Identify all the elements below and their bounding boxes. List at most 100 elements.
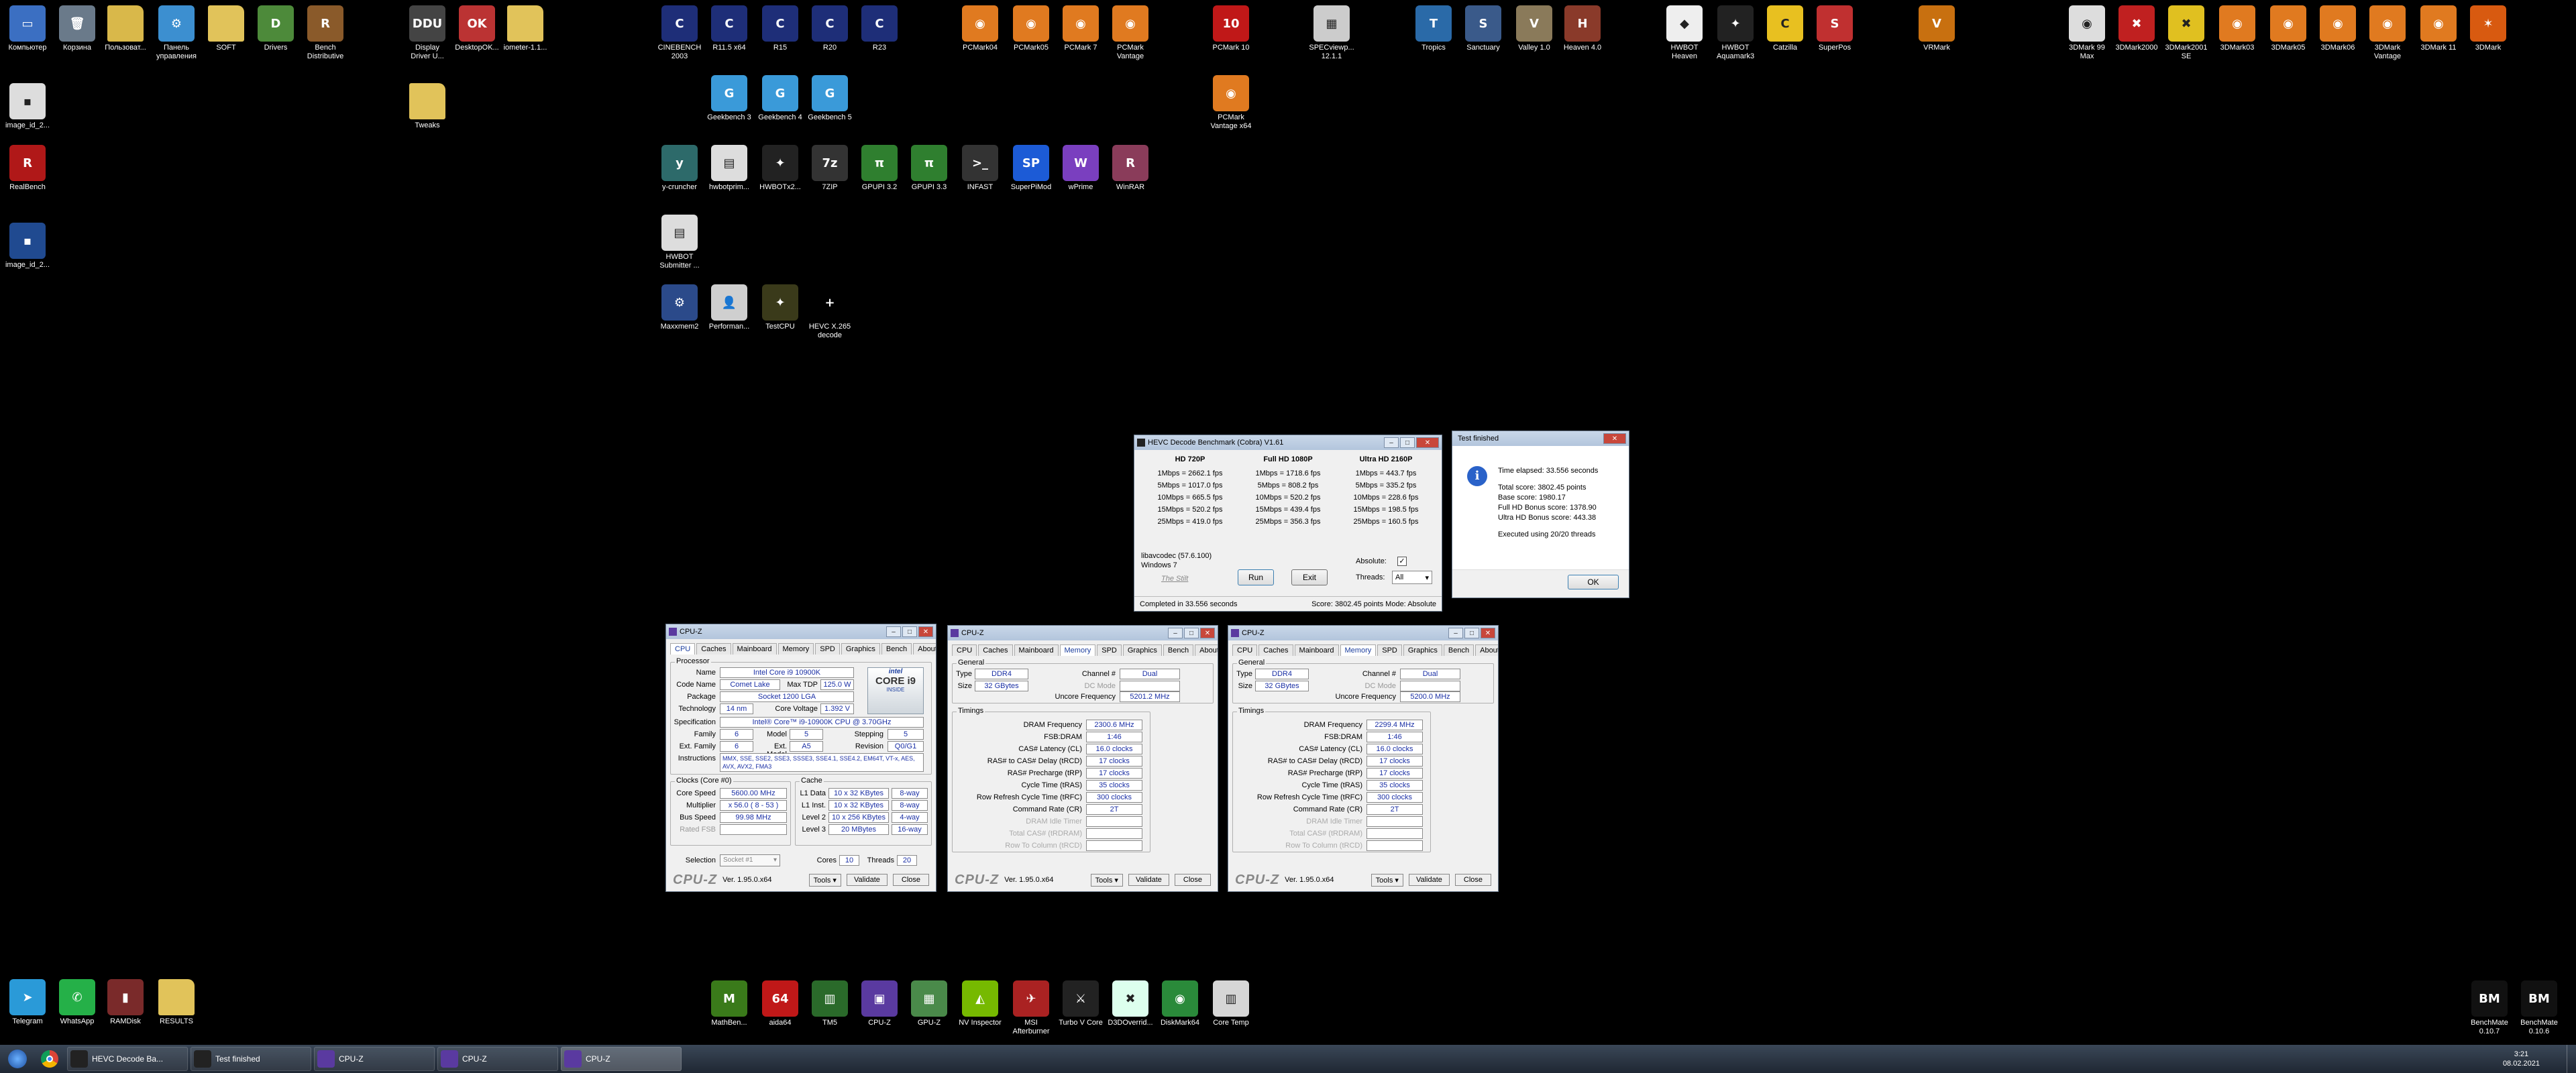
desktop-icon-winrar[interactable]: R WinRAR xyxy=(1106,145,1155,192)
close-button[interactable]: ✕ xyxy=(1416,437,1439,448)
tools-button[interactable]: Tools ▾ xyxy=(808,873,841,887)
desktop-icon-results[interactable]: RESULTS xyxy=(152,979,201,1026)
close-button[interactable]: ✕ xyxy=(1200,628,1215,638)
tab-mainboard[interactable]: Mainboard xyxy=(1014,644,1059,656)
desktop-icon-diskmark64[interactable]: ◉ DiskMark64 xyxy=(1155,980,1205,1027)
tab-mainboard[interactable]: Mainboard xyxy=(1294,644,1339,656)
desktop-icon-pcmark-10[interactable]: 10 PCMark 10 xyxy=(1206,5,1256,52)
validate-button[interactable]: Validate xyxy=(1128,874,1169,886)
tab-caches[interactable]: Caches xyxy=(978,644,1013,656)
desktop-icon-mathben[interactable]: M MathBen... xyxy=(704,980,754,1027)
desktop-icon-pcmark04[interactable]: ◉ PCMark04 xyxy=(955,5,1005,52)
desktop-icon-image-id-2[interactable]: ▪ image_id_2... xyxy=(3,83,52,130)
desktop-icon-r20[interactable]: C R20 xyxy=(805,5,855,52)
tab-cpu[interactable]: CPU xyxy=(670,643,696,655)
desktop-icon-hwbotx2[interactable]: ✦ HWBOTx2... xyxy=(755,145,805,192)
desktop-icon-tweaks[interactable]: Tweaks xyxy=(402,83,452,130)
taskbar-item-test-finished[interactable]: Test finished xyxy=(191,1047,311,1071)
validate-button[interactable]: Validate xyxy=(846,874,888,886)
tab-about[interactable]: About xyxy=(1475,644,1498,656)
desktop-icon-hwbot[interactable]: ▤ HWBOT Submitter ... xyxy=(655,215,704,270)
tab-caches[interactable]: Caches xyxy=(696,643,731,655)
tab-cpu[interactable]: CPU xyxy=(952,644,977,656)
desktop-icon-pcmark05[interactable]: ◉ PCMark05 xyxy=(1006,5,1056,52)
desktop-icon-gpupi-3-3[interactable]: π GPUPI 3.3 xyxy=(904,145,954,192)
tab-cpu[interactable]: CPU xyxy=(1232,644,1258,656)
tab-spd[interactable]: SPD xyxy=(1097,644,1122,656)
desktop-icon-3dmark[interactable]: ◉ 3DMark Vantage xyxy=(2363,5,2412,61)
close-button[interactable]: Close xyxy=(1174,874,1211,886)
tab-spd[interactable]: SPD xyxy=(1377,644,1402,656)
desktop-icon-tm5[interactable]: ▥ TM5 xyxy=(805,980,855,1027)
threads-select[interactable]: All ▾ xyxy=(1392,571,1432,584)
desktop-icon-realbench[interactable]: R RealBench xyxy=(3,145,52,192)
desktop-icon-iometer-1-1[interactable]: iometer-1.1... xyxy=(500,5,550,52)
desktop-icon-sanctuary[interactable]: S Sanctuary xyxy=(1458,5,1508,52)
ok-button[interactable]: OK xyxy=(1568,575,1619,589)
desktop-icon-benchmate[interactable]: BM BenchMate 0.10.7 xyxy=(2465,980,2514,1036)
tab-memory[interactable]: Memory xyxy=(1059,644,1096,656)
maximize-button[interactable]: □ xyxy=(1400,437,1415,448)
desktop-icon-aida64[interactable]: 64 aida64 xyxy=(755,980,805,1027)
desktop-icon-3dmark-11[interactable]: ◉ 3DMark 11 xyxy=(2414,5,2463,52)
desktop-icon-hwbotprim[interactable]: ▤ hwbotprim... xyxy=(704,145,754,192)
tab-about[interactable]: About xyxy=(1195,644,1218,656)
desktop-icon-heaven-4-0[interactable]: H Heaven 4.0 xyxy=(1558,5,1607,52)
desktop-icon-3dmark03[interactable]: ◉ 3DMark03 xyxy=(2212,5,2262,52)
validate-button[interactable]: Validate xyxy=(1408,874,1450,886)
desktop-icon-корзина[interactable]: 🗑 Корзина xyxy=(52,5,102,52)
desktop-icon-hwbot[interactable]: ✦ HWBOT Aquamark3 xyxy=(1711,5,1760,61)
tab-spd[interactable]: SPD xyxy=(815,643,840,655)
desktop-icon-gpupi-3-2[interactable]: π GPUPI 3.2 xyxy=(855,145,904,192)
desktop-icon-gpu-z[interactable]: ▦ GPU-Z xyxy=(904,980,954,1027)
start-button[interactable] xyxy=(0,1046,35,1072)
desktop-icon-pcmark[interactable]: ◉ PCMark Vantage x64 xyxy=(1206,75,1256,131)
desktop-icon-maxxmem2[interactable]: ⚙ Maxxmem2 xyxy=(655,284,704,331)
maximize-button[interactable]: □ xyxy=(902,626,917,637)
desktop-icon-specviewp[interactable]: ▦ SPECviewp... 12.1.1 xyxy=(1307,5,1356,61)
tab-graphics[interactable]: Graphics xyxy=(1403,644,1442,656)
desktop-icon-панель[interactable]: ⚙ Панель управления xyxy=(152,5,201,61)
desktop-icon-valley-1-0[interactable]: V Valley 1.0 xyxy=(1509,5,1559,52)
clock-date[interactable]: 08.02.2021 xyxy=(2503,1059,2540,1068)
desktop-icon-wprime[interactable]: WwPrime xyxy=(1056,145,1106,192)
desktop-icon-vrmark[interactable]: V VRMark xyxy=(1912,5,1962,52)
taskbar-item-hevc-decode-ba[interactable]: HEVC Decode Ba... xyxy=(67,1047,188,1071)
absolute-checkbox[interactable]: ✓ xyxy=(1397,557,1407,566)
desktop-icon-7zip[interactable]: 7z 7ZIP xyxy=(805,145,855,192)
desktop-icon-pcmark[interactable]: ◉ PCMark Vantage xyxy=(1106,5,1155,61)
desktop-icon-core-temp[interactable]: ▥ Core Temp xyxy=(1206,980,1256,1027)
tab-graphics[interactable]: Graphics xyxy=(841,643,880,655)
taskbar-item-cpu-z[interactable]: CPU-Z xyxy=(437,1047,558,1071)
tools-button[interactable]: Tools ▾ xyxy=(1371,873,1403,887)
desktop-icon-y-cruncher[interactable]: y y-cruncher xyxy=(655,145,704,192)
tab-bench[interactable]: Bench xyxy=(1163,644,1194,656)
desktop-icon-r23[interactable]: C R23 xyxy=(855,5,904,52)
desktop-icon-cpu-z[interactable]: ▣ CPU-Z xyxy=(855,980,904,1027)
tab-bench[interactable]: Bench xyxy=(1443,644,1474,656)
desktop-icon-r11-5-x64[interactable]: C R11.5 x64 xyxy=(704,5,754,52)
desktop-icon-hwbot[interactable]: ◆ HWBOT Heaven xyxy=(1660,5,1709,61)
clock-time[interactable]: 3:21 xyxy=(2503,1050,2540,1059)
desktop-icon-3dmark2001[interactable]: ✖ 3DMark2001 SE xyxy=(2161,5,2211,61)
exit-button[interactable]: Exit xyxy=(1291,569,1328,585)
desktop-icon-catzilla[interactable]: C Catzilla xyxy=(1760,5,1810,52)
taskbar-item-cpu-z[interactable]: CPU-Z xyxy=(314,1047,435,1071)
desktop-icon-msi[interactable]: ✈ MSI Afterburner xyxy=(1006,980,1056,1036)
desktop-icon-cinebench[interactable]: C CINEBENCH 2003 xyxy=(655,5,704,61)
tab-mainboard[interactable]: Mainboard xyxy=(732,643,777,655)
close-button[interactable]: ✕ xyxy=(1481,628,1495,638)
tab-memory[interactable]: Memory xyxy=(777,643,814,655)
desktop-icon-bench[interactable]: R Bench Distributive xyxy=(301,5,350,61)
tab-caches[interactable]: Caches xyxy=(1258,644,1293,656)
desktop-icon-performan[interactable]: 👤 Performan... xyxy=(704,284,754,331)
desktop-icon-superpos[interactable]: S SuperPos xyxy=(1810,5,1860,52)
socket-select[interactable]: Socket #1 ▾ xyxy=(720,854,780,866)
chrome-pinned-icon[interactable] xyxy=(35,1047,64,1071)
desktop-icon-ramdisk[interactable]: ▮ RAMDisk xyxy=(101,979,150,1026)
desktop-icon-3dmark06[interactable]: ◉ 3DMark06 xyxy=(2313,5,2363,52)
desktop-icon-hevc-x-265[interactable]: + HEVC X.265 decode xyxy=(805,284,855,340)
desktop-icon-3dmark-99[interactable]: ◉ 3DMark 99 Max xyxy=(2062,5,2112,61)
minimize-button[interactable]: – xyxy=(1448,628,1463,638)
desktop-icon-компьютер[interactable]: ▭ Компьютер xyxy=(3,5,52,52)
